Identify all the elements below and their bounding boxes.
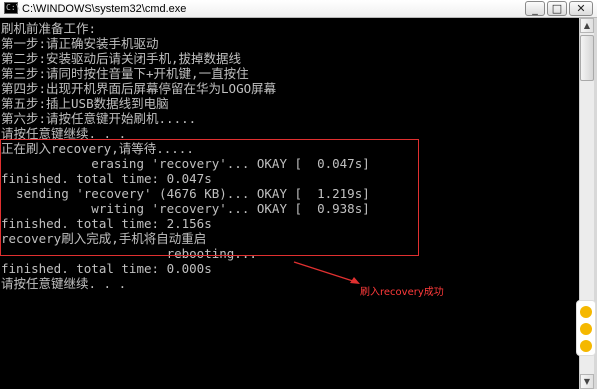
scroll-up-icon[interactable]: ▲ bbox=[580, 18, 594, 33]
minimize-button[interactable]: _ bbox=[525, 1, 545, 16]
cmd-app-icon[interactable]: C:\ bbox=[4, 2, 20, 14]
highlight-box bbox=[0, 139, 419, 256]
console-line: 第三步:请同时按住音量下+开机键,一直按住 bbox=[1, 66, 249, 81]
console-line: 第六步:请按任意键开始刷机..... bbox=[1, 111, 197, 126]
side-widget-icon[interactable] bbox=[576, 300, 596, 356]
console-line: 第四步:出现开机界面后屏幕停留在华为LOGO屏幕 bbox=[1, 81, 277, 96]
scroll-down-icon[interactable]: ▼ bbox=[580, 374, 594, 389]
console-line: 刷机前准备工作: bbox=[1, 21, 97, 36]
annotation-arrow-icon bbox=[293, 261, 360, 284]
annotation-label: 刷入recovery成功 bbox=[360, 287, 444, 298]
scrollbar-thumb[interactable] bbox=[580, 35, 594, 81]
console-line: 请按任意键继续. . . bbox=[1, 276, 127, 291]
console-line: finished. total time: 0.000s bbox=[1, 261, 212, 276]
console-line: 第二步:安装驱动后请关闭手机,拔掉数据线 bbox=[1, 51, 242, 66]
title-bar[interactable]: C:\ C:\WINDOWS\system32\cmd.exe _ □ ✕ bbox=[0, 0, 597, 18]
console-line: 第五步:插上USB数据线到电脑 bbox=[1, 96, 169, 111]
close-button[interactable]: ✕ bbox=[569, 1, 593, 16]
window-title: C:\WINDOWS\system32\cmd.exe bbox=[22, 3, 187, 15]
console-line: 第一步:请正确安装手机驱动 bbox=[1, 36, 159, 51]
maximize-button[interactable]: □ bbox=[547, 1, 567, 16]
